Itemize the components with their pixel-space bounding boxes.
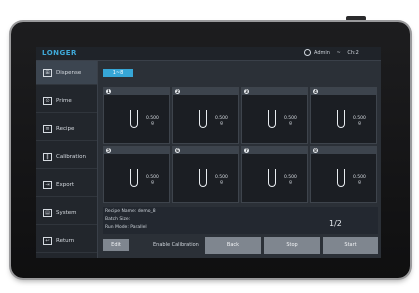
- channel-grid: 1 0.500g 2 0.500g 3 0.500g 4 0.500g: [103, 87, 378, 203]
- channel-cell-header: [311, 88, 376, 95]
- recipe-icon: ≡: [43, 124, 52, 133]
- device-port: [346, 16, 366, 21]
- channel-number: 1: [106, 89, 111, 94]
- recipe-name: Recipe Name: demo_8: [105, 209, 156, 214]
- calibration-icon: ‖: [43, 152, 52, 161]
- channel-cell-header: [173, 147, 238, 154]
- sidebar-item-system[interactable]: ▤ System: [36, 201, 97, 225]
- channel-number: 2: [175, 89, 180, 94]
- sidebar-item-label: Dispense: [56, 69, 82, 76]
- sidebar-item-return[interactable]: ↩ Return: [36, 229, 97, 253]
- channel-cell-1[interactable]: 1 0.500 g: [103, 87, 170, 144]
- edit-button[interactable]: Edit: [103, 239, 129, 251]
- vial-icon: [268, 110, 276, 128]
- channel-cell-header: [311, 147, 376, 154]
- sidebar-item-label: Export: [56, 181, 75, 188]
- channel-cell-4[interactable]: 4 0.500 g: [310, 87, 377, 144]
- vial-icon: [130, 110, 138, 128]
- stop-button[interactable]: Stop: [264, 237, 320, 254]
- separator: ~: [336, 50, 341, 56]
- sidebar: ⊞ Dispense ⊙ Prime ≡ Recipe ‖ Calibratio…: [36, 61, 98, 258]
- export-icon: ⇥: [43, 180, 52, 189]
- vial-icon: [337, 169, 345, 187]
- channel-group-tab[interactable]: 1~8: [103, 69, 133, 77]
- channel-value-block: 0.500 g: [146, 116, 159, 126]
- channel-cell-8[interactable]: 8 0.500 g: [310, 146, 377, 203]
- sidebar-item-prime[interactable]: ⊙ Prime: [36, 89, 97, 113]
- sidebar-item-label: System: [56, 209, 77, 216]
- channel-value-block: 0.500 g: [284, 116, 297, 126]
- sidebar-item-dispense[interactable]: ⊞ Dispense: [36, 61, 97, 85]
- action-bar: Edit Enable Calibration Back Stop Start: [103, 237, 378, 254]
- channel-cell-header: [173, 88, 238, 95]
- sidebar-item-label: Prime: [56, 97, 72, 104]
- channel-cell-header: [242, 88, 307, 95]
- recipe-info-panel: Recipe Name: demo_8 Batch Size: Run Mode…: [103, 207, 378, 234]
- vial-icon: [199, 110, 207, 128]
- channel-value-block: 0.500 g: [353, 116, 366, 126]
- user-icon: [304, 49, 311, 56]
- top-bar: LONGER Admin ~ Ch:2: [36, 47, 381, 61]
- start-button[interactable]: Start: [323, 237, 378, 254]
- channel-value-block: 0.500 g: [215, 175, 228, 185]
- channel-number: 7: [244, 148, 249, 153]
- channel-number: 4: [313, 89, 318, 94]
- user-area[interactable]: Admin ~ Ch:2: [304, 49, 359, 56]
- channel-number: 5: [106, 148, 111, 153]
- dispense-icon: ⊞: [43, 68, 52, 77]
- sidebar-item-label: Return: [56, 237, 75, 244]
- channel-cell-7[interactable]: 7 0.500 g: [241, 146, 308, 203]
- channel-cell-header: [104, 88, 169, 95]
- channel-value-block: 0.500 g: [215, 116, 228, 126]
- vial-icon: [268, 169, 276, 187]
- sidebar-item-label: Recipe: [56, 125, 75, 132]
- status-text: Ch:2: [347, 50, 359, 56]
- vial-icon: [337, 110, 345, 128]
- user-name: Admin: [314, 50, 330, 56]
- sidebar-item-label: Calibration: [56, 153, 86, 160]
- channel-value-block: 0.500 g: [284, 175, 297, 185]
- channel-unit: g: [220, 121, 223, 126]
- channel-unit: g: [151, 121, 154, 126]
- channel-cell-5[interactable]: 5 0.500 g: [103, 146, 170, 203]
- prime-icon: ⊙: [43, 96, 52, 105]
- enable-calibration-label[interactable]: Enable Calibration: [153, 242, 199, 248]
- channel-cell-header: [242, 147, 307, 154]
- sidebar-item-calibration[interactable]: ‖ Calibration: [36, 145, 97, 169]
- main-panel: 1~8 1 0.500 g 2 0.500 g 3 0.500 g 4 0.50…: [98, 61, 381, 258]
- channel-unit: g: [289, 180, 292, 185]
- channel-unit: g: [358, 180, 361, 185]
- channel-value-block: 0.500 g: [146, 175, 159, 185]
- channel-unit: g: [289, 121, 292, 126]
- screen: LONGER Admin ~ Ch:2 ⊞ Dispense ⊙ Prime ≡…: [36, 47, 381, 258]
- vial-icon: [199, 169, 207, 187]
- back-button[interactable]: Back: [205, 237, 261, 254]
- channel-cell-2[interactable]: 2 0.500 g: [172, 87, 239, 144]
- channel-value-block: 0.500 g: [353, 175, 366, 185]
- sidebar-item-export[interactable]: ⇥ Export: [36, 173, 97, 197]
- channel-unit: g: [220, 180, 223, 185]
- channel-cell-3[interactable]: 3 0.500 g: [241, 87, 308, 144]
- sidebar-item-recipe[interactable]: ≡ Recipe: [36, 117, 97, 141]
- run-mode: Run Mode: Parallel: [105, 225, 147, 230]
- page-indicator: 1/2: [329, 219, 342, 228]
- batch-size: Batch Size:: [105, 217, 131, 222]
- channel-unit: g: [358, 121, 361, 126]
- channel-cell-6[interactable]: 6 0.500 g: [172, 146, 239, 203]
- channel-number: 6: [175, 148, 180, 153]
- channel-number: 8: [313, 148, 318, 153]
- logo: LONGER: [42, 49, 77, 57]
- system-icon: ▤: [43, 208, 52, 217]
- channel-unit: g: [151, 180, 154, 185]
- channel-cell-header: [104, 147, 169, 154]
- vial-icon: [130, 169, 138, 187]
- channel-number: 3: [244, 89, 249, 94]
- return-icon: ↩: [43, 236, 52, 245]
